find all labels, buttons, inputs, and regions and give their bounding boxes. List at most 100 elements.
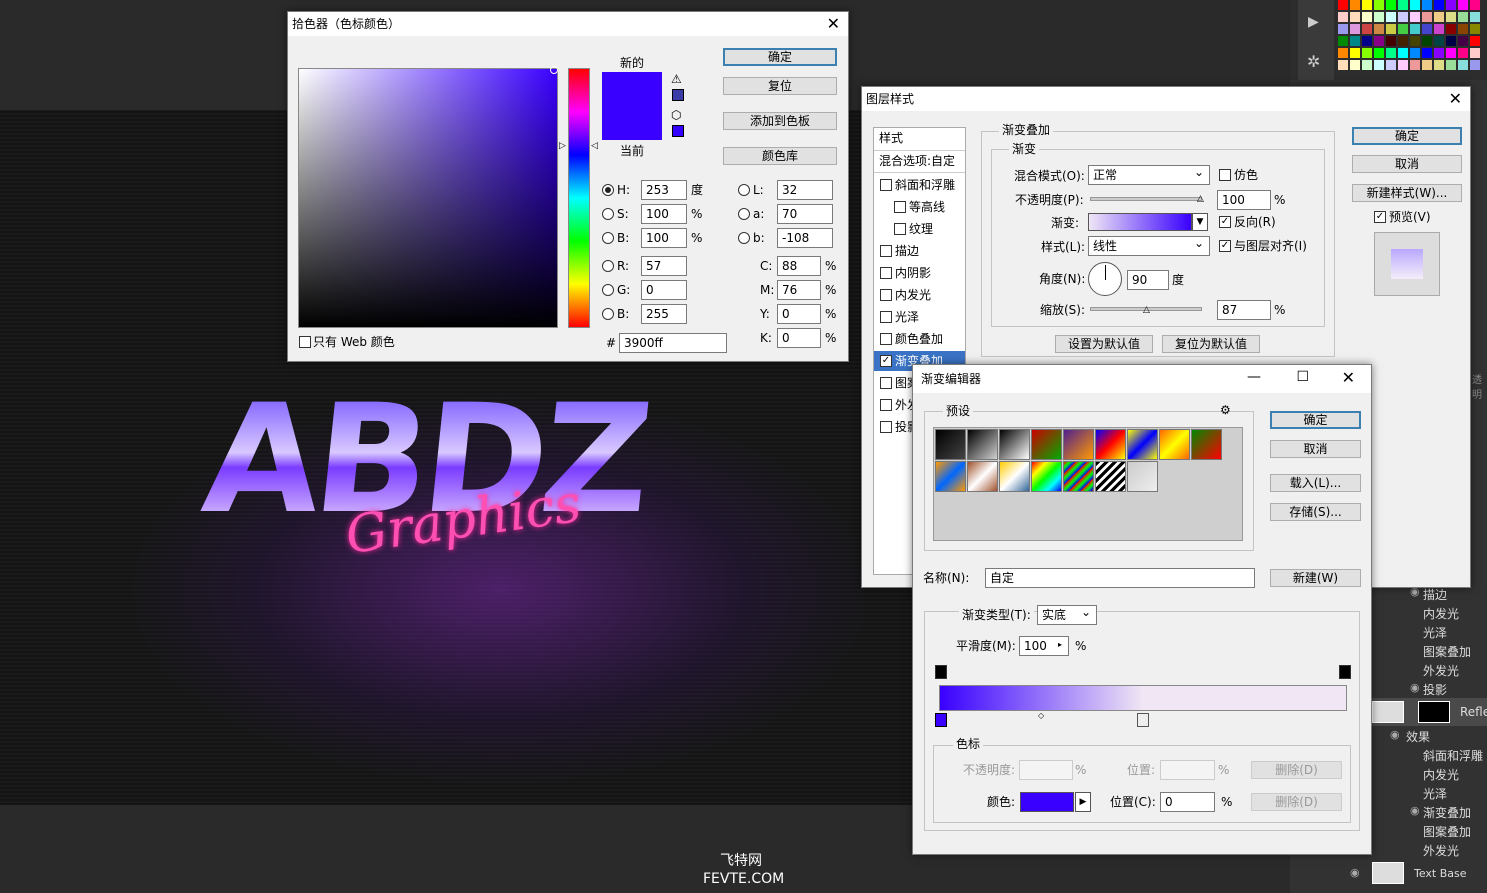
preset-swatch[interactable] bbox=[1031, 461, 1062, 492]
swatches-grid[interactable] bbox=[1338, 0, 1487, 76]
swatch[interactable] bbox=[1398, 24, 1408, 34]
cancel-button[interactable]: 取消 bbox=[1270, 440, 1361, 458]
style-item-checkbox[interactable] bbox=[880, 311, 892, 323]
g-field[interactable]: 0 bbox=[641, 280, 687, 300]
close-icon[interactable]: ✕ bbox=[827, 14, 840, 34]
web-safe-swatch[interactable] bbox=[672, 125, 684, 137]
swatch[interactable] bbox=[1422, 24, 1432, 34]
swatch[interactable] bbox=[1470, 0, 1480, 10]
c-field[interactable]: 88 bbox=[777, 256, 821, 276]
gamut-swatch[interactable] bbox=[672, 89, 684, 101]
close-icon[interactable]: ✕ bbox=[1342, 368, 1355, 387]
swatch[interactable] bbox=[1422, 60, 1432, 70]
preset-swatch[interactable] bbox=[999, 429, 1030, 460]
preset-swatch[interactable] bbox=[1159, 429, 1190, 460]
dither-checkbox[interactable] bbox=[1219, 169, 1231, 181]
l-field[interactable]: 32 bbox=[777, 180, 833, 200]
name-field[interactable]: 自定 bbox=[985, 568, 1255, 588]
web-only-checkbox[interactable] bbox=[299, 336, 311, 348]
color-field-cursor[interactable] bbox=[550, 66, 558, 74]
m-field[interactable]: 76 bbox=[777, 280, 821, 300]
swatch[interactable] bbox=[1386, 48, 1396, 58]
eye-icon[interactable]: ◉ bbox=[1350, 866, 1360, 879]
k-field[interactable]: 0 bbox=[777, 328, 821, 348]
swatch[interactable] bbox=[1458, 60, 1468, 70]
swatch[interactable] bbox=[1386, 60, 1396, 70]
style-item-checkbox[interactable] bbox=[880, 333, 892, 345]
load-button[interactable]: 载入(L)... bbox=[1270, 474, 1361, 492]
swatch[interactable] bbox=[1458, 48, 1468, 58]
blue-radio[interactable] bbox=[602, 308, 614, 320]
opacity-slider-thumb[interactable]: △ bbox=[1197, 194, 1204, 204]
preset-swatch[interactable] bbox=[1063, 429, 1094, 460]
swatch[interactable] bbox=[1350, 60, 1360, 70]
swatch[interactable] bbox=[1350, 0, 1360, 10]
swatch[interactable] bbox=[1362, 12, 1372, 22]
swatch[interactable] bbox=[1410, 36, 1420, 46]
swatch[interactable] bbox=[1350, 24, 1360, 34]
swatch[interactable] bbox=[1434, 0, 1444, 10]
r-field[interactable]: 57 bbox=[641, 256, 687, 276]
style-item-checkbox[interactable]: ✓ bbox=[880, 355, 892, 367]
reverse-checkbox[interactable]: ✓ bbox=[1219, 216, 1231, 228]
align-checkbox[interactable]: ✓ bbox=[1219, 240, 1231, 252]
style-item-checkbox[interactable] bbox=[880, 245, 892, 257]
swatch[interactable] bbox=[1458, 12, 1468, 22]
swatch[interactable] bbox=[1398, 48, 1408, 58]
preview-checkbox[interactable]: ✓ bbox=[1374, 211, 1386, 223]
style-item-checkbox[interactable] bbox=[880, 399, 892, 411]
preset-swatch[interactable] bbox=[999, 461, 1030, 492]
style-item-checkbox[interactable] bbox=[880, 267, 892, 279]
swatch[interactable] bbox=[1374, 48, 1384, 58]
minimize-icon[interactable]: — bbox=[1247, 369, 1261, 385]
swatch[interactable] bbox=[1410, 0, 1420, 10]
swatch[interactable] bbox=[1470, 60, 1480, 70]
lab-b-field[interactable]: -108 bbox=[777, 228, 833, 248]
reset-button[interactable]: 复位 bbox=[723, 77, 837, 95]
swatch[interactable] bbox=[1446, 48, 1456, 58]
gradient-bar[interactable] bbox=[939, 685, 1347, 711]
swatch[interactable] bbox=[1338, 24, 1348, 34]
swatch[interactable] bbox=[1386, 12, 1396, 22]
swatch[interactable] bbox=[1338, 60, 1348, 70]
color-stop-right[interactable] bbox=[1137, 713, 1149, 727]
style-select[interactable]: 线性 bbox=[1088, 234, 1210, 256]
swatch[interactable] bbox=[1434, 12, 1444, 22]
preset-swatch[interactable] bbox=[1127, 429, 1158, 460]
swatch[interactable] bbox=[1434, 60, 1444, 70]
play-icon[interactable]: ▶ bbox=[1308, 14, 1319, 30]
s-field[interactable]: 100 bbox=[641, 204, 687, 224]
swatch[interactable] bbox=[1422, 48, 1432, 58]
eye-icon[interactable]: ◉ bbox=[1410, 804, 1420, 817]
preset-swatch[interactable] bbox=[1063, 461, 1094, 492]
opacity-stop-right[interactable] bbox=[1339, 665, 1351, 679]
style-item[interactable]: 内阴影 bbox=[874, 263, 965, 283]
swatch[interactable] bbox=[1446, 60, 1456, 70]
swatch[interactable] bbox=[1458, 36, 1468, 46]
swatch[interactable] bbox=[1398, 12, 1408, 22]
g-radio[interactable] bbox=[602, 284, 614, 296]
swatch[interactable] bbox=[1398, 60, 1408, 70]
style-item[interactable]: 光泽 bbox=[874, 307, 965, 327]
eye-icon[interactable]: ◉ bbox=[1410, 681, 1420, 694]
s-radio[interactable] bbox=[602, 208, 614, 220]
b-radio[interactable] bbox=[602, 232, 614, 244]
blue-field[interactable]: 255 bbox=[641, 304, 687, 324]
opacity-slider[interactable] bbox=[1090, 197, 1202, 201]
hex-field[interactable]: 3900ff bbox=[619, 333, 727, 353]
maximize-icon[interactable]: ☐ bbox=[1296, 369, 1309, 385]
preset-swatch[interactable] bbox=[1031, 429, 1062, 460]
swatch[interactable] bbox=[1446, 24, 1456, 34]
cancel-button[interactable]: 取消 bbox=[1352, 155, 1462, 173]
style-item-checkbox[interactable] bbox=[894, 223, 906, 235]
swatch[interactable] bbox=[1398, 36, 1408, 46]
swatch[interactable] bbox=[1458, 24, 1468, 34]
swatch[interactable] bbox=[1338, 48, 1348, 58]
swatch[interactable] bbox=[1398, 0, 1408, 10]
swatch[interactable] bbox=[1434, 48, 1444, 58]
swatch[interactable] bbox=[1446, 12, 1456, 22]
swatch[interactable] bbox=[1338, 0, 1348, 10]
preset-swatch[interactable] bbox=[1095, 461, 1126, 492]
swatch[interactable] bbox=[1386, 0, 1396, 10]
new-style-button[interactable]: 新建样式(W)... bbox=[1352, 184, 1462, 202]
